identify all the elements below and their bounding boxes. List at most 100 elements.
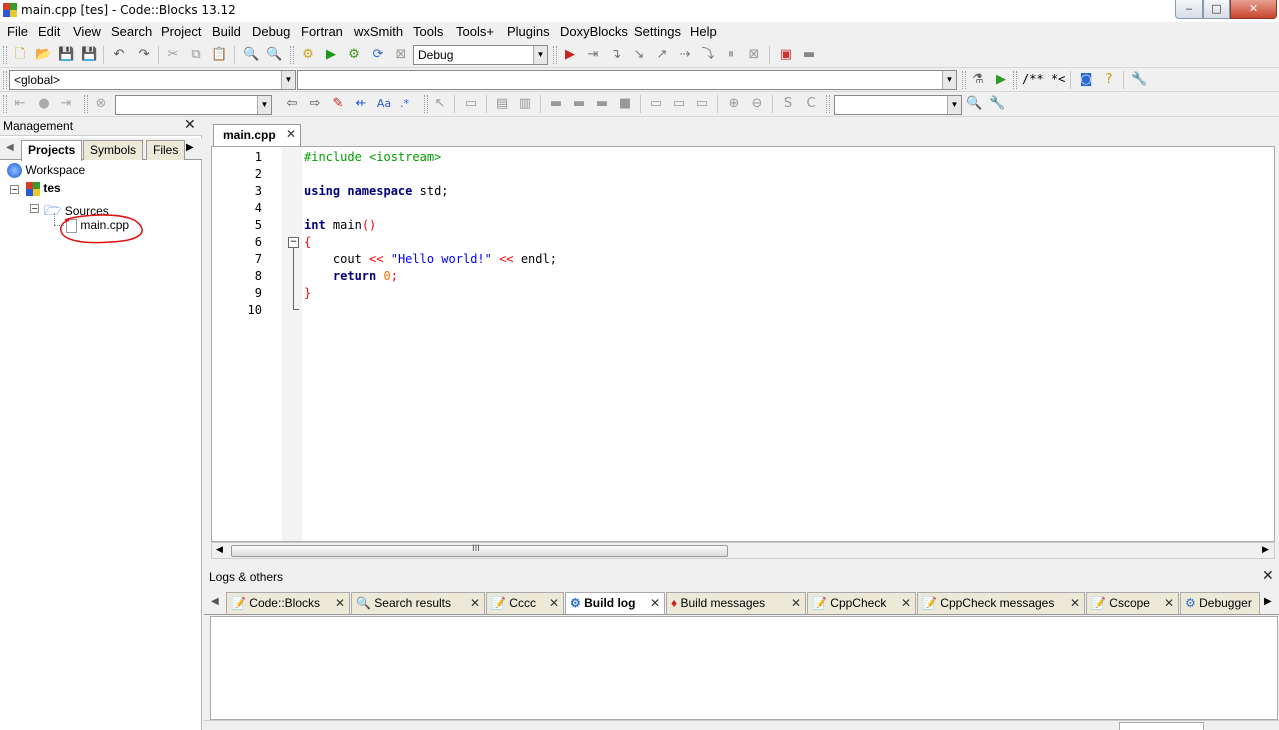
next-instruction-icon[interactable]: ⇢: [677, 47, 693, 63]
paste-icon[interactable]: 📋: [211, 47, 227, 63]
maximize-button[interactable]: □: [1203, 0, 1230, 19]
toolbar-grip[interactable]: [553, 46, 557, 64]
menu-edit[interactable]: Edit: [38, 24, 60, 39]
toolbar-grip[interactable]: [290, 46, 294, 64]
scope-select[interactable]: <global> ▼: [9, 70, 296, 90]
find-icon[interactable]: 🔍: [243, 47, 259, 63]
menu-fortran[interactable]: Fortran: [301, 24, 343, 39]
close-tab-icon[interactable]: ✕: [470, 596, 480, 610]
widget-icon[interactable]: ▤: [494, 96, 510, 112]
wrench-icon[interactable]: 🔧: [989, 96, 1005, 112]
abort-icon[interactable]: ⊠: [393, 47, 409, 63]
menu-tools[interactable]: Tools: [413, 24, 443, 39]
tab-build-log[interactable]: ⚙ Build log ✕: [565, 592, 665, 614]
tab-files[interactable]: Files: [146, 140, 186, 160]
regex-toggle[interactable]: .*: [400, 97, 409, 110]
replace-icon[interactable]: 🔍: [266, 47, 282, 63]
tab-cscope[interactable]: 📝 Cscope ✕: [1086, 592, 1179, 614]
save-all-icon[interactable]: 💾: [81, 47, 97, 63]
close-tab-icon[interactable]: ✕: [549, 596, 559, 610]
close-tab-icon[interactable]: ✕: [1164, 596, 1174, 610]
fold-collapse-icon[interactable]: −: [288, 237, 299, 248]
close-icon[interactable]: ✕: [1262, 568, 1274, 584]
scroll-left-icon[interactable]: ◀: [216, 545, 223, 555]
extract-docs-icon[interactable]: ▶: [993, 72, 1009, 88]
selected-text-only-icon[interactable]: ⇷: [353, 96, 369, 112]
layout-icon[interactable]: ▭: [648, 96, 664, 112]
doxy-comment-button[interactable]: /** *<: [1022, 72, 1065, 86]
find-next-icon[interactable]: ⇨: [307, 96, 323, 112]
layout-icon[interactable]: ▭: [671, 96, 687, 112]
zoom-out-icon[interactable]: ⊖: [749, 96, 765, 112]
build-target-select[interactable]: Debug ▼: [413, 45, 548, 65]
symbol-c-icon[interactable]: C: [803, 96, 819, 112]
thread-search-input[interactable]: ▼: [834, 95, 962, 115]
clear-search-icon[interactable]: ⊗: [93, 96, 109, 112]
thread-search-icon[interactable]: 🔍: [966, 96, 982, 112]
html-docs-icon[interactable]: ◙: [1078, 72, 1094, 88]
tab-scroll-right-icon[interactable]: ▶: [1264, 596, 1272, 607]
pause-icon[interactable]: ⏸: [723, 47, 739, 63]
wrench-icon[interactable]: 🔧: [1131, 72, 1147, 88]
tab-scroll-left-icon[interactable]: ◀: [211, 596, 219, 607]
toolbar-grip[interactable]: [1013, 71, 1017, 89]
save-icon[interactable]: 💾: [58, 47, 74, 63]
step-instruction-icon[interactable]: ⤵: [700, 47, 716, 63]
run-to-cursor-icon[interactable]: ⇥: [585, 47, 601, 63]
code-editor[interactable]: 1 2 3 4 5 6 7 8 9 10 − #include <iostrea…: [211, 146, 1275, 542]
menu-project[interactable]: Project: [161, 24, 201, 39]
tab-codeblocks-log[interactable]: 📝 Code::Blocks ✕: [226, 592, 350, 614]
tree-workspace[interactable]: Workspace: [7, 163, 85, 179]
menu-doxyblocks[interactable]: DoxyBlocks: [560, 24, 628, 39]
close-icon[interactable]: ✕: [184, 117, 196, 133]
jump-back-icon[interactable]: ⇤: [12, 96, 28, 112]
layout-icon[interactable]: ▭: [694, 96, 710, 112]
tab-cccc[interactable]: 📝 Cccc ✕: [486, 592, 564, 614]
align-icon[interactable]: ■: [617, 96, 633, 112]
align-icon[interactable]: ▬: [594, 96, 610, 112]
stop-debug-icon[interactable]: ⊠: [746, 47, 762, 63]
bookmark-icon[interactable]: ●: [36, 96, 52, 112]
menu-wxsmith[interactable]: wxSmith: [354, 24, 403, 39]
build-gear-icon[interactable]: ⚙: [300, 47, 316, 63]
toolbar-grip[interactable]: [3, 95, 7, 113]
symbol-s-icon[interactable]: S: [780, 96, 796, 112]
toolbar-grip[interactable]: [3, 46, 7, 64]
close-tab-icon[interactable]: ✕: [1070, 596, 1080, 610]
tab-search-results[interactable]: 🔍 Search results ✕: [351, 592, 485, 614]
menu-plugins[interactable]: Plugins: [507, 24, 550, 39]
menu-file[interactable]: File: [7, 24, 28, 39]
jump-forward-icon[interactable]: ⇥: [58, 96, 74, 112]
align-icon[interactable]: ▬: [548, 96, 564, 112]
scrollbar-thumb[interactable]: III: [231, 544, 728, 557]
debug-start-icon[interactable]: ▶: [562, 47, 578, 63]
match-case-icon[interactable]: Aa: [376, 96, 392, 112]
tree-project[interactable]: tes: [26, 181, 61, 196]
cut-icon[interactable]: ✂: [165, 47, 181, 63]
close-tab-icon[interactable]: ✕: [901, 596, 911, 610]
toolbar-grip[interactable]: [424, 95, 428, 113]
menu-view[interactable]: View: [73, 24, 101, 39]
tab-symbols[interactable]: Symbols: [83, 140, 144, 160]
highlight-icon[interactable]: ✎: [330, 96, 346, 112]
toolbar-grip[interactable]: [3, 71, 7, 89]
menu-build[interactable]: Build: [212, 24, 241, 39]
scroll-right-icon[interactable]: ▶: [1262, 545, 1269, 555]
build-log-output[interactable]: [210, 616, 1278, 720]
doxywizard-icon[interactable]: ⚗: [970, 72, 986, 88]
tab-debugger[interactable]: ⚙ Debugger: [1180, 592, 1260, 614]
minimize-button[interactable]: ‒: [1175, 0, 1203, 19]
close-window-button[interactable]: ✕: [1230, 0, 1277, 19]
tab-projects[interactable]: Projects: [21, 140, 83, 161]
menu-debug[interactable]: Debug: [252, 24, 290, 39]
zoom-in-icon[interactable]: ⊕: [726, 96, 742, 112]
collapse-icon[interactable]: −: [10, 185, 19, 194]
rebuild-icon[interactable]: ⟳: [370, 47, 386, 63]
rect-icon[interactable]: ▭: [463, 96, 479, 112]
help-docs-icon[interactable]: ?: [1101, 72, 1117, 88]
align-icon[interactable]: ▬: [571, 96, 587, 112]
undo-icon[interactable]: ↶: [111, 47, 127, 63]
function-select[interactable]: ▼: [297, 70, 957, 90]
next-line-icon[interactable]: ↴: [608, 47, 624, 63]
build-and-run-icon[interactable]: ⚙: [346, 47, 362, 63]
